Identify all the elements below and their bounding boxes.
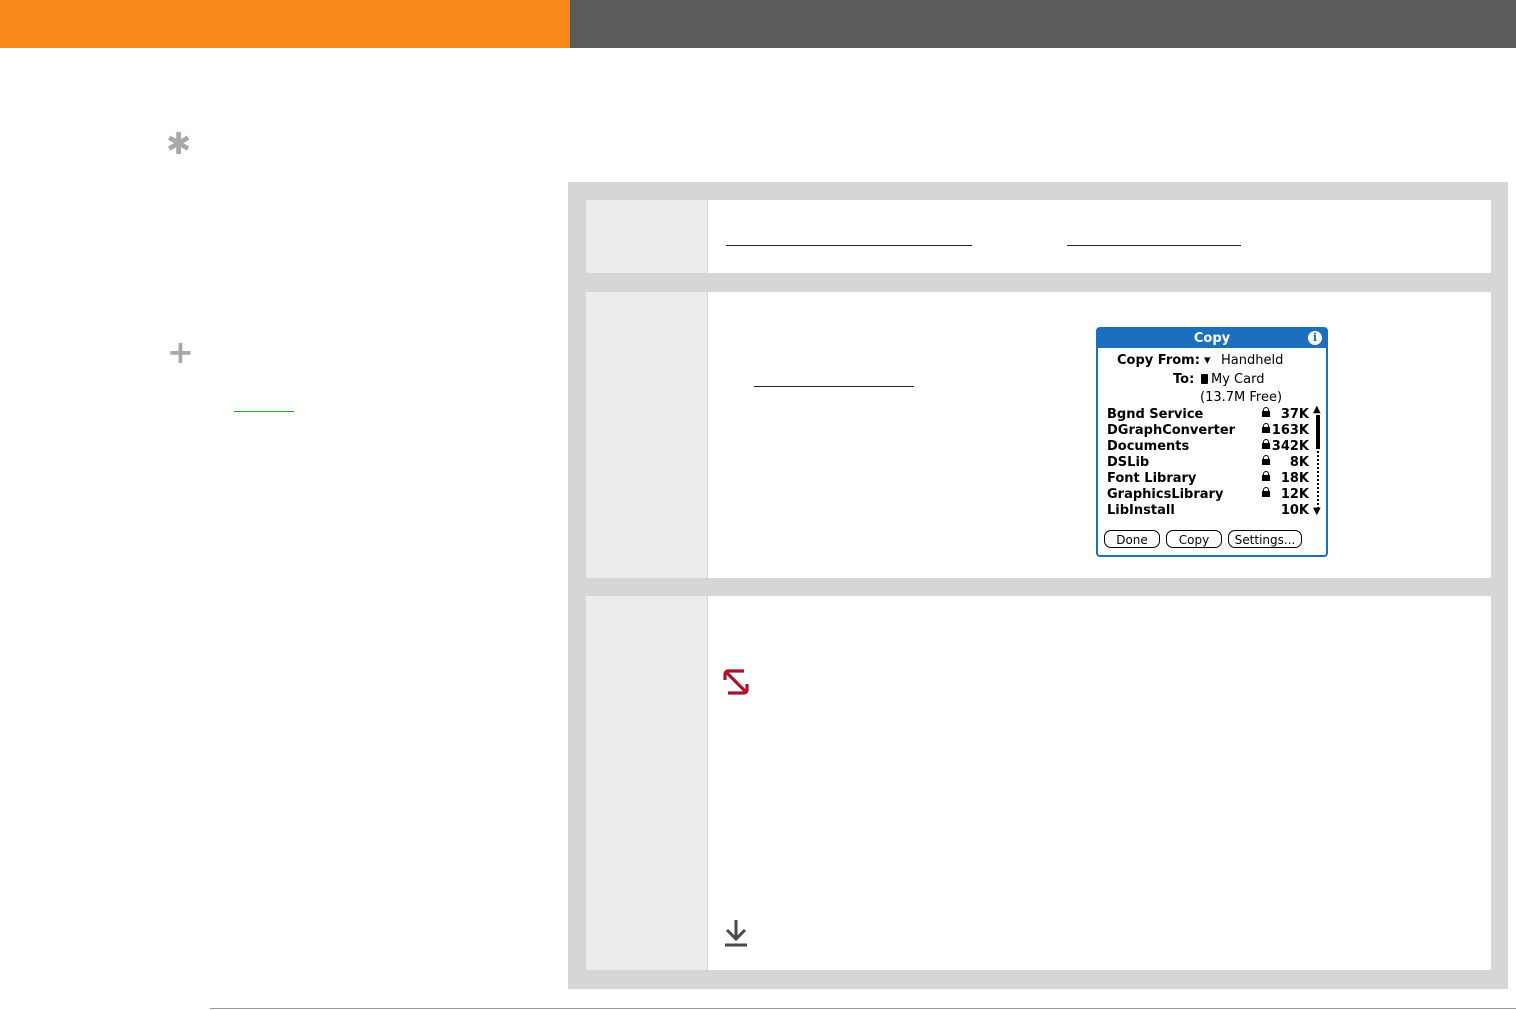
step-1-body	[708, 200, 1491, 273]
scroll-down-icon[interactable]: ▼	[1313, 507, 1321, 517]
app-name: Bgnd Service	[1107, 407, 1204, 422]
app-size: 342K	[1271, 439, 1309, 454]
app-size: 18K	[1280, 471, 1309, 486]
plus-icon: +	[167, 333, 194, 371]
copy-button[interactable]: Copy	[1166, 530, 1222, 548]
list-item[interactable]: Documents 342K	[1107, 439, 1309, 455]
to-label: To:	[1173, 372, 1195, 387]
list-item[interactable]: DGraphConverter 163K	[1107, 423, 1309, 439]
copy-dialog: Copy i Copy From: ▾ Handheld To: My Card…	[1096, 327, 1328, 557]
scroll-up-icon[interactable]: ▲	[1313, 405, 1321, 415]
step-1-link-b[interactable]	[1067, 245, 1241, 246]
no-entry-icon	[722, 668, 750, 696]
list-item[interactable]: DSLib 8K	[1107, 455, 1309, 471]
app-name: GraphicsLibrary	[1107, 487, 1224, 502]
sidebar-link[interactable]	[234, 411, 294, 412]
lock-icon	[1262, 455, 1270, 465]
app-size: 10K	[1280, 503, 1309, 518]
lock-icon	[1262, 407, 1270, 417]
lock-icon	[1262, 423, 1270, 433]
footer-rule	[210, 1008, 1516, 1009]
lock-icon	[1262, 439, 1270, 449]
copy-from-label: Copy From:	[1117, 353, 1200, 368]
app-name: Font Library	[1107, 471, 1197, 486]
down-arrow-icon	[725, 920, 747, 947]
asterisk-icon: ✱	[166, 127, 192, 162]
info-icon[interactable]: i	[1308, 331, 1322, 345]
copy-from-selector[interactable]: Handheld	[1221, 353, 1283, 369]
list-item[interactable]: LibInstall 10K	[1107, 503, 1309, 519]
list-item[interactable]: Bgnd Service 37K	[1107, 407, 1309, 423]
step-1-link-a[interactable]	[726, 245, 972, 246]
app-size: 163K	[1271, 423, 1309, 438]
step-1-number-cell	[586, 200, 707, 273]
step-2-number-cell	[586, 292, 707, 578]
to-value: My Card	[1211, 372, 1265, 387]
lock-icon	[1262, 487, 1270, 497]
settings-button[interactable]: Settings...	[1228, 530, 1302, 548]
list-item[interactable]: GraphicsLibrary 12K	[1107, 487, 1309, 503]
lock-icon	[1262, 471, 1270, 481]
chevron-down-icon[interactable]: ▾	[1204, 353, 1211, 369]
free-space-text: (13.7M Free)	[1200, 390, 1283, 405]
scrollbar-thumb[interactable]	[1316, 415, 1320, 449]
app-name: DSLib	[1107, 455, 1150, 470]
done-button[interactable]: Done	[1104, 530, 1160, 548]
card-icon	[1201, 374, 1208, 384]
dialog-title: Copy	[1098, 329, 1326, 348]
step-3-number-cell	[586, 596, 707, 970]
header-gray-bar	[570, 0, 1516, 48]
app-size: 37K	[1280, 407, 1309, 422]
header-orange-bar	[0, 0, 570, 48]
app-name: LibInstall	[1107, 503, 1175, 518]
step-3-body	[708, 596, 1491, 970]
app-size: 8K	[1289, 455, 1309, 470]
step-2-link[interactable]	[754, 386, 914, 387]
app-size: 12K	[1280, 487, 1309, 502]
list-item[interactable]: Font Library 18K	[1107, 471, 1309, 487]
app-name: DGraphConverter	[1107, 423, 1236, 438]
app-name: Documents	[1107, 439, 1190, 454]
